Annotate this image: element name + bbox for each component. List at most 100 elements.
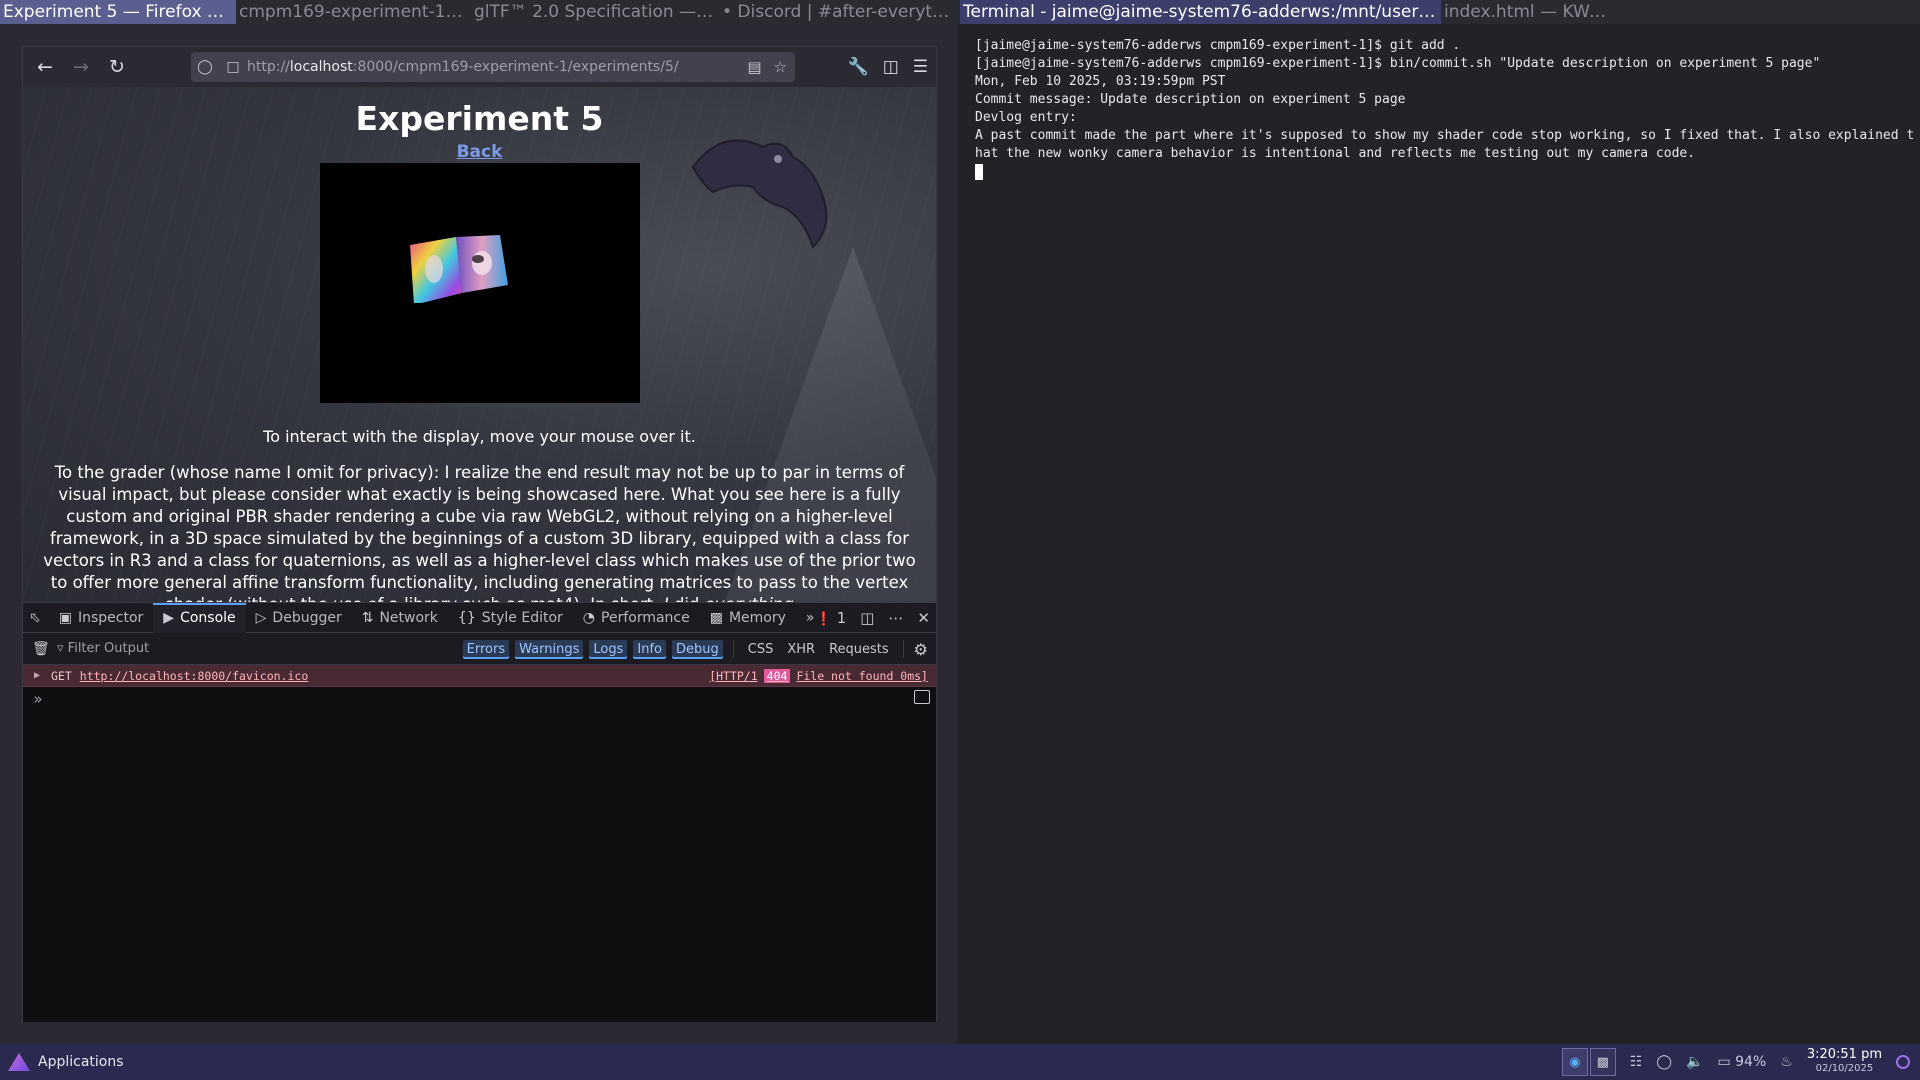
terminal-line: Mon, Feb 10 2025, 03:19:59pm PST <box>975 74 1226 89</box>
network-icon: ⇅ <box>361 609 374 626</box>
error-count-badge[interactable]: ❗ 1 <box>816 609 847 627</box>
tab-memory-label: Memory <box>728 609 786 626</box>
devtools-tab-bar: ⬁ ▣ Inspector ▶ Console ▷ Debugger ⇅ Network… <box>23 602 936 633</box>
terminal-line: A past commit made the part where it's s… <box>975 128 1915 161</box>
firefox-taskbar-icon[interactable]: ◉ <box>1561 1048 1588 1076</box>
wifi-icon[interactable]: ☷ <box>1630 1054 1643 1070</box>
status-code-badge: 404 <box>763 669 791 683</box>
grader-text-body: To the grader (whose name I omit for pri… <box>43 463 916 602</box>
expand-caret-icon[interactable]: ▶ <box>23 670 51 681</box>
gauge-icon: ◔ <box>582 609 596 626</box>
debugger-icon: ▷ <box>255 609 267 626</box>
page-icon[interactable]: □ <box>219 59 247 75</box>
url-host: localhost <box>289 59 353 75</box>
window-tab-terminal[interactable]: Terminal - jaime@jaime-system76-adderws:… <box>960 0 1441 24</box>
discord-icon[interactable]: ◯ <box>1656 1054 1672 1070</box>
window-tab-kwrite[interactable]: index.html — KWrite <box>1441 0 1616 24</box>
close-devtools-icon[interactable]: ✕ <box>917 609 930 627</box>
tab-style-editor-label: Style Editor <box>481 609 563 626</box>
window-tab-gltf-spec[interactable]: glTF™ 2.0 Specification — F... <box>471 0 719 24</box>
forward-arrow-icon[interactable]: → <box>63 47 99 87</box>
tab-inspector[interactable]: ▣ Inspector <box>49 603 154 633</box>
terminal-window[interactable]: [jaime@jaime-system76-adderws cmpm169-ex… <box>958 24 1920 1044</box>
firefox-window: ← → ↻ ◯ □ http://localhost:8000/cmpm169-… <box>0 24 958 1044</box>
status-text: File not found 0ms] <box>796 669 928 683</box>
request-method: GET <box>51 668 72 683</box>
editor-mode-icon[interactable] <box>914 690 930 704</box>
reload-icon[interactable]: ↻ <box>99 47 135 87</box>
filter-warnings-button[interactable]: Warnings <box>515 639 584 659</box>
more-options-icon[interactable]: ⋯ <box>888 609 903 627</box>
console-input-row[interactable]: » <box>23 687 936 711</box>
element-picker-icon[interactable]: ⬁ <box>23 603 49 633</box>
webgl-canvas[interactable] <box>319 163 640 403</box>
back-arrow-icon[interactable]: ← <box>27 47 63 87</box>
applications-logo-icon <box>8 1053 30 1071</box>
filter-requests-button[interactable]: Requests <box>825 640 893 659</box>
filter-output-input[interactable]: ▿ Filter Output <box>57 641 149 656</box>
terminal-line: [jaime@jaime-system76-adderws cmpm169-ex… <box>975 38 1461 53</box>
taskbar: Applications ◉ ▩ ☷ ◯ 🔈 ▭ 94% ♨ 3:20:51 p… <box>0 1044 1920 1080</box>
interaction-hint: To interact with the display, move your … <box>263 427 696 446</box>
reader-view-icon[interactable]: ▤ <box>747 58 761 76</box>
request-protocol: [HTTP/1 <box>709 669 758 683</box>
chip-icon: ▩ <box>709 609 723 626</box>
console-error-row[interactable]: ▶ GET http://localhost:8000/favicon.ico … <box>23 665 936 687</box>
tab-debugger[interactable]: ▷ Debugger <box>246 603 352 633</box>
terminal-line: Devlog entry: <box>975 110 1077 125</box>
braces-icon: {} <box>457 609 476 626</box>
terminal-cursor-line <box>975 163 1920 181</box>
tab-debugger-label: Debugger <box>272 609 342 626</box>
clock[interactable]: 3:20:51 pm 02/10/2025 <box>1807 1048 1882 1076</box>
filter-xhr-button[interactable]: XHR <box>783 640 819 659</box>
filter-logs-button[interactable]: Logs <box>589 639 628 659</box>
filter-errors-button[interactable]: Errors <box>462 639 510 659</box>
url-prefix: http:// <box>247 59 290 75</box>
window-tab-firefox[interactable]: Experiment 5 — Firefox De... <box>0 0 236 24</box>
browser-frame: ← → ↻ ◯ □ http://localhost:8000/cmpm169-… <box>22 46 937 1022</box>
window-title-bar: Experiment 5 — Firefox De... cmpm169-exp… <box>0 0 1920 24</box>
extensions-icon[interactable]: ◫ <box>883 57 899 77</box>
window-tab-discord[interactable]: • Discord | #after-everythin... <box>719 0 960 24</box>
filter-css-button[interactable]: CSS <box>744 640 778 659</box>
navigation-toolbar: ← → ↻ ◯ □ http://localhost:8000/cmpm169-… <box>23 47 936 87</box>
dock-side-icon[interactable]: ◫ <box>860 609 874 627</box>
filter-debug-button[interactable]: Debug <box>671 639 723 659</box>
error-count: 1 <box>836 609 847 627</box>
page-title: Experiment 5 <box>355 99 604 138</box>
error-indicator-icon: ❗ <box>815 612 832 627</box>
tab-console-label: Console <box>180 609 236 626</box>
window-tab-github[interactable]: cmpm169-experiment-1/ex... <box>236 0 471 24</box>
trash-icon[interactable]: 🗑 <box>32 641 50 657</box>
applications-menu-button[interactable]: Applications <box>8 1053 124 1071</box>
filter-separator <box>902 640 904 658</box>
battery-percent: 94% <box>1735 1054 1767 1070</box>
request-status[interactable]: [HTTP/1 404 File not found 0ms] <box>709 665 928 687</box>
request-url-link[interactable]: http://localhost:8000/favicon.ico <box>80 669 308 683</box>
grader-text-did: did <box>669 595 705 602</box>
url-bar[interactable]: ◯ □ http://localhost:8000/cmpm169-experi… <box>191 52 795 82</box>
battery-icon[interactable]: ▭ 94% <box>1717 1054 1766 1070</box>
prompt-chevron-icon: » <box>33 690 43 708</box>
notifications-icon[interactable] <box>1896 1055 1910 1069</box>
bookmark-star-icon[interactable]: ☆ <box>774 58 787 76</box>
tab-performance[interactable]: ◔ Performance <box>573 603 700 633</box>
tab-console[interactable]: ▶ Console <box>153 602 246 633</box>
back-link[interactable]: Back <box>457 142 503 162</box>
filter-separator <box>732 640 734 658</box>
tab-memory[interactable]: ▩ Memory <box>700 603 796 633</box>
notification-bell-icon[interactable]: ♨ <box>1780 1054 1793 1070</box>
tab-network[interactable]: ⇅ Network <box>352 603 448 633</box>
tab-style-editor[interactable]: {} Style Editor <box>448 603 573 633</box>
system-tray: ◉ ▩ ☷ ◯ 🔈 ▭ 94% ♨ 3:20:51 pm 02/10/2025 <box>1561 1044 1910 1080</box>
terminal-taskbar-icon[interactable]: ▩ <box>1589 1048 1616 1076</box>
terminal-cursor <box>975 163 983 180</box>
console-settings-gear-icon[interactable]: ⚙ <box>914 640 928 659</box>
shield-icon[interactable]: ◯ <box>191 59 219 75</box>
tab-network-label: Network <box>379 609 438 626</box>
hamburger-menu-icon[interactable]: ☰ <box>913 57 928 77</box>
wrench-icon[interactable]: 🔧 <box>848 57 869 77</box>
volume-icon[interactable]: 🔈 <box>1686 1054 1703 1070</box>
filter-info-button[interactable]: Info <box>633 639 666 659</box>
devtools-panel: ⬁ ▣ Inspector ▶ Console ▷ Debugger ⇅ Network… <box>23 602 936 1022</box>
